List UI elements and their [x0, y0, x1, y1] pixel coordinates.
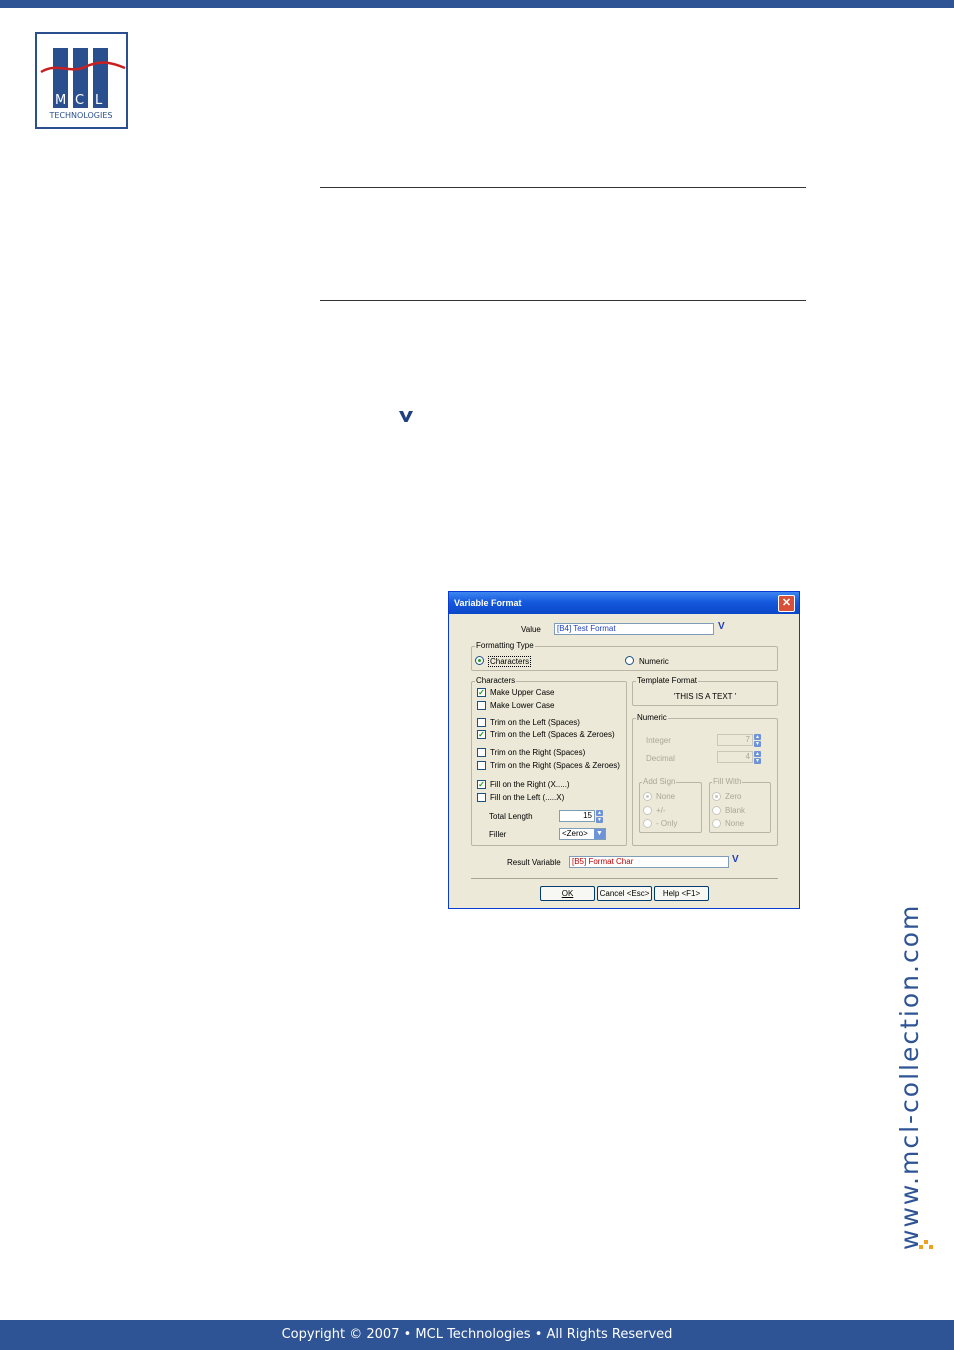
formatting-characters-radio[interactable]: [475, 656, 484, 665]
logo-subtitle: TECHNOLOGIES: [49, 111, 113, 120]
side-url[interactable]: www.mcl-collection.com: [895, 904, 924, 1250]
template-format-label: Template Format: [636, 676, 699, 685]
sign-none-radio[interactable]: [643, 792, 652, 801]
logo-letter-m: M: [55, 93, 66, 108]
trim-left-zeroes-checkbox[interactable]: ✓: [477, 730, 486, 739]
dialog-title: Variable Format: [454, 598, 522, 608]
decimal-spinner[interactable]: ▲ ▼: [754, 751, 762, 765]
result-variable-field[interactable]: [B5] Format Char: [569, 856, 729, 868]
trim-right-zeroes-label[interactable]: Trim on the Right (Spaces & Zeroes): [490, 761, 620, 770]
filler-label: Filler: [489, 830, 507, 839]
sign-minus-only-radio[interactable]: [643, 819, 652, 828]
fill-zero-label[interactable]: Zero: [725, 792, 741, 801]
mcl-logo: M C L TECHNOLOGIES: [35, 32, 128, 129]
formatting-characters-label[interactable]: Characters: [488, 656, 532, 667]
value-variable-v-icon[interactable]: V: [718, 621, 725, 632]
variable-format-dialog: Variable Format ✕ Value [B4] Test Format…: [448, 591, 800, 909]
upper-case-checkbox[interactable]: ✓: [477, 688, 486, 697]
fill-blank-radio[interactable]: [712, 806, 721, 815]
trim-right-spaces-label[interactable]: Trim on the Right (Spaces): [490, 748, 585, 757]
sign-plus-minus-radio[interactable]: [643, 806, 652, 815]
fill-right-checkbox[interactable]: ✓: [477, 780, 486, 789]
rule-bottom: [320, 300, 806, 301]
numeric-group-label: Numeric: [636, 713, 668, 722]
formatting-type-label: Formatting Type: [475, 641, 535, 650]
trim-right-spaces-checkbox[interactable]: [477, 748, 486, 757]
lower-case-label[interactable]: Make Lower Case: [490, 701, 554, 710]
fill-right-label[interactable]: Fill on the Right (X.....): [490, 780, 570, 789]
fill-with-label: Fill With: [712, 777, 743, 786]
logo-letter-c: C: [75, 93, 84, 108]
integer-field[interactable]: 7: [717, 734, 753, 746]
separator: [471, 878, 778, 879]
value-label: Value: [521, 625, 541, 634]
decimal-label: Decimal: [646, 754, 675, 763]
integer-label: Integer: [646, 736, 671, 745]
sign-none-label[interactable]: None: [656, 792, 675, 801]
help-button[interactable]: Help <F1>: [654, 886, 709, 901]
total-length-field[interactable]: 15: [559, 810, 595, 822]
fill-none-radio[interactable]: [712, 819, 721, 828]
fill-blank-label[interactable]: Blank: [725, 806, 745, 815]
trim-right-zeroes-checkbox[interactable]: [477, 761, 486, 770]
cancel-button[interactable]: Cancel <Esc>: [597, 886, 652, 901]
add-sign-label: Add Sign: [642, 777, 677, 786]
fill-left-checkbox[interactable]: [477, 793, 486, 802]
close-icon[interactable]: ✕: [778, 595, 795, 612]
formatting-numeric-radio[interactable]: [625, 656, 634, 665]
decimal-field[interactable]: 4: [717, 751, 753, 763]
result-variable-label: Result Variable: [507, 858, 561, 867]
template-format-value: 'THIS IS A TEXT ': [673, 692, 737, 701]
rule-top: [320, 187, 806, 188]
sign-minus-only-label[interactable]: - Only: [656, 819, 677, 828]
footer: Copyright © 2007 • MCL Technologies • Al…: [0, 1320, 954, 1350]
result-variable-v-icon[interactable]: V: [732, 854, 739, 865]
trim-left-spaces-checkbox[interactable]: [477, 718, 486, 727]
value-field[interactable]: [B4] Test Format: [554, 623, 714, 635]
characters-group-label: Characters: [475, 676, 517, 685]
dialog-title-bar: Variable Format ✕: [449, 592, 799, 614]
formatting-numeric-label[interactable]: Numeric: [639, 657, 669, 666]
lower-case-checkbox[interactable]: [477, 701, 486, 710]
trim-left-spaces-label[interactable]: Trim on the Left (Spaces): [490, 718, 580, 727]
upper-case-label[interactable]: Make Upper Case: [490, 688, 554, 697]
chevron-down-icon[interactable]: ▼: [594, 829, 605, 839]
total-length-label: Total Length: [489, 812, 533, 821]
fill-none-label[interactable]: None: [725, 819, 744, 828]
ok-button[interactable]: OK: [540, 886, 595, 901]
fill-zero-radio[interactable]: [712, 792, 721, 801]
logo-letter-l: L: [95, 93, 103, 108]
sign-plus-minus-label[interactable]: +/-: [656, 806, 666, 815]
variable-v-icon: [399, 411, 413, 422]
trim-left-zeroes-label[interactable]: Trim on the Left (Spaces & Zeroes): [490, 730, 615, 739]
dots-icon: [919, 1240, 933, 1249]
total-length-spinner[interactable]: ▲ ▼: [596, 810, 604, 824]
integer-spinner[interactable]: ▲ ▼: [754, 734, 762, 748]
fill-left-label[interactable]: Fill on the Left (.....X): [490, 793, 564, 802]
top-bar: [0, 0, 954, 8]
